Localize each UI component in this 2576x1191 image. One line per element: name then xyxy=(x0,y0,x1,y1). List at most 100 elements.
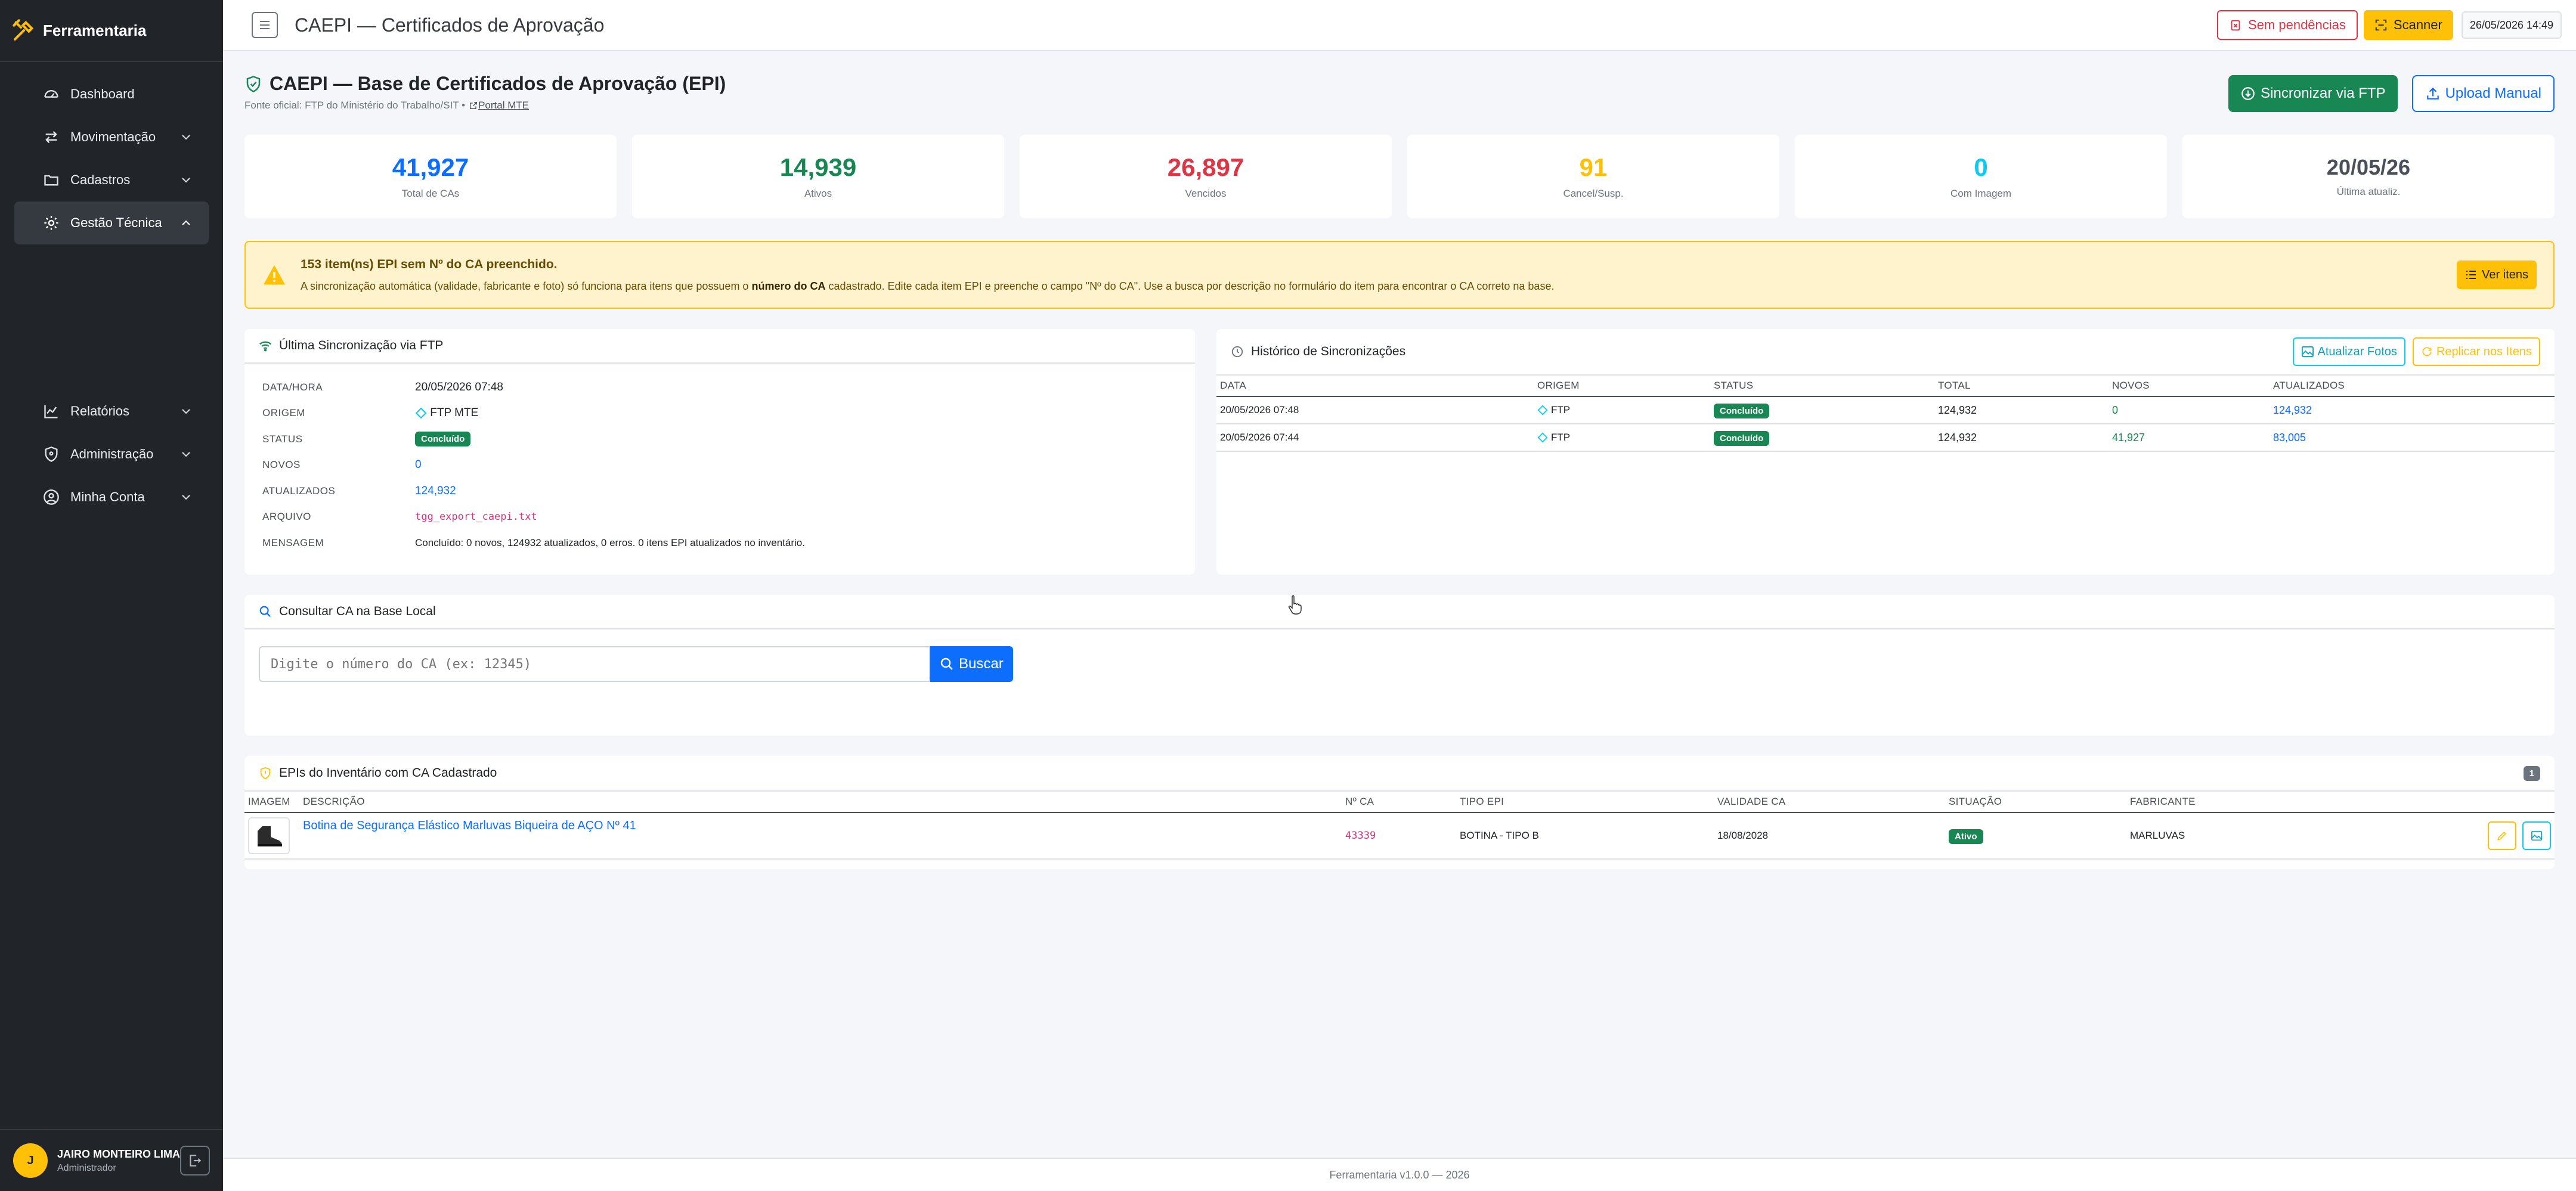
stat-label: Total de CAs xyxy=(401,188,460,199)
stat-value: 0 xyxy=(1974,153,1988,181)
refresh-photos-label: Atualizar Fotos xyxy=(2317,345,2397,358)
shield-icon xyxy=(43,446,60,463)
stat-card: 41,927 Total de CAs xyxy=(244,135,617,218)
column-header: TIPO EPI xyxy=(1456,791,1714,813)
logout-icon xyxy=(187,1153,203,1168)
column-header: SITUAÇÃO xyxy=(1945,791,2126,813)
card-title: Consultar CA na Base Local xyxy=(279,604,436,618)
sync-ftp-button[interactable]: Sincronizar via FTP xyxy=(2228,75,2398,112)
kv-row: ORIGEM FTP MTE xyxy=(262,407,479,420)
sidebar-item-movimentacao[interactable]: Movimentação xyxy=(14,116,209,159)
item-description-link[interactable]: Botina de Segurança Elástico Marluvas Bi… xyxy=(303,819,636,832)
sidebar-item-administracao[interactable]: Administração xyxy=(14,433,209,476)
card-title: Última Sincronização via FTP xyxy=(279,339,444,352)
ca-search-input[interactable] xyxy=(259,646,930,682)
upload-manual-button[interactable]: Upload Manual xyxy=(2411,75,2555,112)
stat-card: 20/05/26 Última atualiz. xyxy=(2182,135,2555,218)
main-content: CAEPI — Base de Certificados de Aprovaçã… xyxy=(223,51,2576,1191)
folder-icon xyxy=(43,172,60,188)
stat-label: Cancel/Susp. xyxy=(1563,188,1624,199)
portal-link[interactable]: Portal MTE xyxy=(469,100,529,111)
chevron-down-icon xyxy=(180,174,192,186)
edit-button[interactable] xyxy=(2488,821,2516,850)
stat-label: Vencidos xyxy=(1185,188,1227,199)
sync-ftp-label: Sincronizar via FTP xyxy=(2261,85,2386,101)
stat-value: 20/05/26 xyxy=(2326,155,2411,179)
card-header: EPIs do Inventário com CA Cadastrado 1 xyxy=(244,756,2555,790)
stat-label: Com Imagem xyxy=(1950,188,2012,199)
sidebar-item-label: Administração xyxy=(70,446,154,461)
table-row: Botina de Segurança Elástico Marluvas Bi… xyxy=(244,812,2555,860)
sidebar-item-gestao-tecnica[interactable]: Gestão Técnica xyxy=(14,201,209,244)
sidebar-item-label: Movimentação xyxy=(70,129,156,144)
boot-icon xyxy=(254,824,284,848)
chevron-down-icon xyxy=(180,131,192,143)
user-name: JAIRO MONTEIRO LIMA xyxy=(57,1147,180,1160)
menu-toggle-button[interactable] xyxy=(252,12,278,38)
sync-history-card: Histórico de Sincronizações Atualizar Fo… xyxy=(1216,329,2555,575)
image-icon xyxy=(2531,830,2543,841)
avatar[interactable]: J xyxy=(13,1143,48,1178)
stat-card: 0 Com Imagem xyxy=(1795,135,2167,218)
column-header: NOVOS xyxy=(2109,375,2270,397)
column-header: STATUS xyxy=(1710,375,1934,397)
sidebar-item-label: Gestão Técnica xyxy=(70,215,162,230)
section-title: CAEPI — Base de Certificados de Aprovaçã… xyxy=(270,73,726,94)
sync-file: tgg_export_caepi.txt xyxy=(415,511,537,523)
sidebar-item-dashboard[interactable]: Dashboard xyxy=(14,73,209,116)
table-row: 20/05/2026 07:48 FTP Concluído 124,932 0… xyxy=(1216,396,2555,424)
brand[interactable]: Ferramentaria xyxy=(0,0,223,62)
sidebar-item-cadastros[interactable]: Cadastros xyxy=(14,159,209,201)
sidebar-item-minha-conta[interactable]: Minha Conta xyxy=(14,476,209,519)
scanner-button[interactable]: Scanner xyxy=(2363,10,2453,40)
stat-value: 26,897 xyxy=(1167,153,1244,181)
card-header: Última Sincronização via FTP xyxy=(244,329,1195,364)
chevron-down-icon xyxy=(180,491,192,503)
last-sync-card: Última Sincronização via FTP DATA/HORA 20… xyxy=(244,329,1195,575)
topbar: CAEPI — Certificados de Aprovação Sem pe… xyxy=(223,0,2576,51)
stat-value: 41,927 xyxy=(392,153,469,181)
count-badge: 1 xyxy=(2523,765,2540,781)
stat-value: 91 xyxy=(1579,153,1608,181)
page-header: CAEPI — Base de Certificados de Aprovaçã… xyxy=(244,73,726,111)
replicate-items-button[interactable]: Replicar nos Itens xyxy=(2412,337,2540,366)
shield-icon xyxy=(259,767,279,780)
cloud-download-icon xyxy=(2240,86,2261,101)
product-thumbnail[interactable] xyxy=(248,817,290,854)
user-role: Administrador xyxy=(57,1162,116,1173)
kv-row: ARQUIVO tgg_export_caepi.txt xyxy=(262,511,537,523)
stat-label: Última atualiz. xyxy=(2336,186,2401,197)
sync-new: 0 xyxy=(415,458,422,472)
diamond-icon xyxy=(1537,432,1548,443)
kv-row: DATA/HORA 20/05/2026 07:48 xyxy=(262,380,503,393)
column-header: VALIDADE CA xyxy=(1714,791,1945,813)
card-header: Histórico de Sincronizações Atualizar Fo… xyxy=(1216,329,2555,374)
logout-button[interactable] xyxy=(180,1146,210,1176)
sidebar-item-relatorios[interactable]: Relatórios xyxy=(14,390,209,433)
replicate-items-label: Replicar nos Itens xyxy=(2436,345,2532,358)
search-icon xyxy=(259,605,279,618)
sync-datetime: 20/05/2026 07:48 xyxy=(415,380,503,393)
chevron-down-icon xyxy=(180,448,192,460)
stat-card: 26,897 Vencidos xyxy=(1020,135,1392,218)
chart-line-icon xyxy=(43,403,60,420)
shield-check-icon xyxy=(244,75,270,93)
sync-message: Concluído: 0 novos, 124932 atualizados, … xyxy=(415,536,805,548)
view-image-button[interactable] xyxy=(2522,821,2551,850)
footer: Ferramentaria v1.0.0 — 2026 xyxy=(223,1158,2576,1191)
diamond-icon xyxy=(415,407,427,419)
diamond-icon xyxy=(1537,405,1548,415)
status-badge: Concluído xyxy=(415,432,471,447)
pending-button[interactable]: Sem pendências xyxy=(2217,10,2358,40)
pencil-icon xyxy=(2496,830,2508,842)
sidebar-item-label: Cadastros xyxy=(70,172,131,187)
refresh-photos-button[interactable]: Atualizar Fotos xyxy=(2292,337,2405,366)
clock-history-icon xyxy=(1231,345,1251,358)
chevron-up-icon xyxy=(180,217,192,229)
tools-icon xyxy=(12,18,36,42)
search-button[interactable]: Buscar xyxy=(930,646,1013,682)
gear-icon xyxy=(43,215,60,231)
sync-origin: FTP MTE xyxy=(430,407,479,420)
view-items-button[interactable]: Ver itens xyxy=(2457,260,2537,289)
stat-label: Ativos xyxy=(804,188,832,199)
